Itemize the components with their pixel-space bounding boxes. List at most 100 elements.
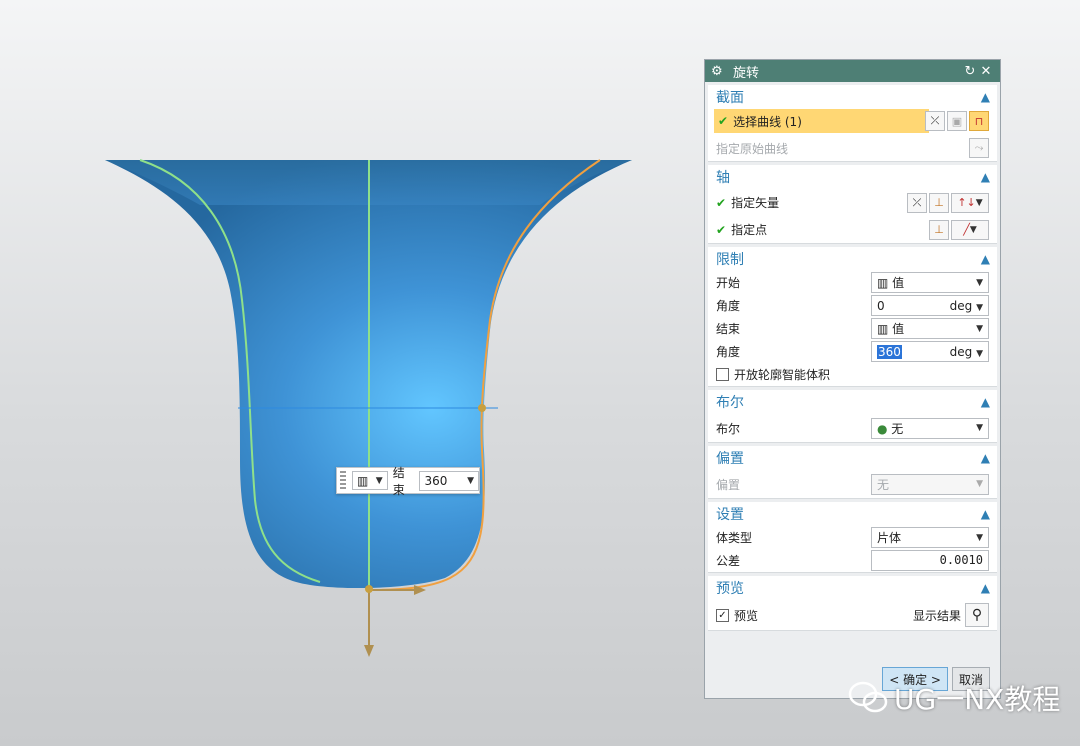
start-type-value: 值 [892, 276, 905, 290]
sketch-icon[interactable]: ▣ [947, 111, 967, 131]
chevron-down-icon: ▼ [969, 224, 977, 235]
section-axis-header[interactable]: 轴 ▲ [708, 165, 997, 189]
value-type-icon: ▥ [877, 322, 893, 336]
reverse-direction-icon[interactable]: ⤫ [907, 192, 927, 213]
tolerance-input[interactable]: 0.0010 [871, 550, 989, 571]
section-settings-header[interactable]: 设置 ▲ [708, 502, 997, 526]
section-profile-header[interactable]: 截面 ▲ [708, 85, 997, 109]
collapse-chevron-icon[interactable]: ▲ [981, 581, 990, 595]
wechat-icon [848, 681, 888, 713]
offset-value: 无 [877, 477, 890, 492]
specify-vector-label: 指定矢量 [731, 196, 780, 210]
select-curve-label: 选择曲线 (1) [733, 114, 802, 129]
dialog-title-bar[interactable]: ⚙ 旋转 ↻ ✕ [705, 60, 1000, 82]
boolean-label: 布尔 [716, 421, 741, 436]
preview-row: ✓ 预览 显示结果 ⚲ [708, 600, 997, 630]
revolve-dialog: ⚙ 旋转 ↻ ✕ 截面 ▲ ✔ 选择曲线 (1) ⤫ ▣ ⊓ 指定原始曲线 ⤳ [704, 59, 1001, 699]
section-preview-header[interactable]: 预览 ▲ [708, 576, 997, 600]
specify-vector-row[interactable]: ✔ 指定矢量 ⤫ ⊥ ↑↓ ▼ [708, 189, 997, 216]
curve-point-marker [478, 404, 486, 412]
section-profile: 截面 ▲ ✔ 选择曲线 (1) ⤫ ▣ ⊓ 指定原始曲线 ⤳ [708, 85, 997, 162]
start-type-dropdown[interactable]: ▥ 值 ▼ [871, 272, 989, 293]
chevron-down-icon: ▼ [976, 479, 983, 489]
body-type-value: 片体 [877, 531, 902, 545]
value-type-dropdown[interactable]: ▥ ▼ [351, 471, 388, 490]
body-type-row: 体类型 片体 ▼ [708, 526, 997, 549]
vector-type-dropdown[interactable]: ↑↓ ▼ [951, 192, 989, 213]
value-type-icon: ▥ [877, 276, 893, 290]
boolean-none-icon: ● [877, 421, 892, 436]
section-limits: 限制 ▲ 开始 ▥ 值 ▼ 角度 0 deg ▼ 结束 ▥ 值 ▼ 角度 360 deg… [708, 247, 997, 387]
reset-icon[interactable]: ↻ [962, 64, 978, 79]
select-curve-row[interactable]: ✔ 选择曲线 (1) [714, 109, 929, 133]
section-limits-header[interactable]: 限制 ▲ [708, 247, 997, 271]
chevron-down-icon: ▼ [976, 302, 983, 313]
chevron-down-icon: ▼ [976, 532, 983, 543]
check-icon: ✔ [716, 222, 727, 237]
curve-rule-icon[interactable]: ⤫ [925, 111, 945, 131]
vector-axis-icon: ↑↓ [957, 196, 976, 209]
end-angle-input[interactable]: 360 deg ▼ [871, 341, 989, 362]
close-icon[interactable]: ✕ [978, 64, 994, 79]
open-profile-checkbox[interactable] [716, 368, 729, 381]
drag-grip-handle[interactable] [340, 471, 346, 490]
end-type-dropdown[interactable]: ▥ 值 ▼ [871, 318, 989, 339]
collapse-chevron-icon[interactable]: ▲ [981, 252, 990, 266]
chevron-down-icon: ▼ [975, 197, 983, 208]
end-angle-mini-toolbar: ▥ ▼ 结束 360 ▼ [336, 466, 480, 497]
origin-curve-icon[interactable]: ⤳ [969, 138, 989, 158]
collapse-chevron-icon[interactable]: ▲ [981, 90, 990, 104]
section-title: 设置 [716, 507, 744, 523]
graphics-viewport[interactable]: ▥ ▼ 结束 360 ▼ [0, 0, 700, 746]
chevron-down-icon: ▼ [976, 348, 983, 359]
end-row: 结束 ▥ 值 ▼ [708, 317, 997, 340]
section-title: 布尔 [716, 395, 744, 411]
mini-end-value: 360 [424, 473, 448, 488]
boolean-value: 无 [891, 421, 904, 436]
open-profile-row[interactable]: 开放轮廓智能体积 [708, 363, 997, 386]
preview-label: 预览 [734, 608, 759, 623]
end-angle-unit: deg [949, 344, 973, 359]
start-angle-input[interactable]: 0 deg ▼ [871, 295, 989, 316]
start-row: 开始 ▥ 值 ▼ [708, 271, 997, 294]
collapse-chevron-icon[interactable]: ▲ [981, 507, 990, 521]
section-settings: 设置 ▲ 体类型 片体 ▼ 公差 0.0010 [708, 502, 997, 573]
collapse-chevron-icon[interactable]: ▲ [981, 170, 990, 184]
end-type-value: 值 [892, 322, 905, 336]
revolved-surface-model [105, 159, 632, 657]
specify-point-label: 指定点 [731, 223, 768, 237]
offset-label: 偏置 [716, 477, 741, 492]
collapse-chevron-icon[interactable]: ▲ [981, 451, 990, 465]
collapse-chevron-icon[interactable]: ▲ [981, 395, 990, 409]
start-angle-row: 角度 0 deg ▼ [708, 294, 997, 317]
watermark: UG一NX教程 [848, 678, 1060, 718]
section-sketch-icon[interactable]: ⊓ [969, 111, 989, 131]
section-title: 预览 [716, 581, 744, 597]
tolerance-label: 公差 [716, 554, 741, 568]
preview-checkbox[interactable]: ✓ [716, 608, 729, 622]
section-boolean: 布尔 ▲ 布尔 ● 无 ▼ [708, 390, 997, 443]
offset-row: 偏置 无 ▼ [708, 470, 997, 498]
tolerance-row: 公差 0.0010 [708, 549, 997, 572]
vector-dialog-icon[interactable]: ⊥ [929, 192, 949, 213]
point-dialog-icon[interactable]: ⊥ [929, 219, 949, 240]
specify-origin-curve-row[interactable]: 指定原始曲线 ⤳ [708, 135, 997, 161]
dialog-title: 旋转 [733, 65, 760, 81]
point-type-dropdown[interactable]: ╱ ▼ [951, 219, 989, 240]
open-profile-label: 开放轮廓智能体积 [734, 368, 831, 382]
section-title: 截面 [716, 90, 744, 106]
section-offset-header[interactable]: 偏置 ▲ [708, 446, 997, 470]
check-icon: ✔ [718, 114, 729, 128]
search-icon[interactable]: ⚲ [965, 603, 989, 627]
body-type-dropdown[interactable]: 片体 ▼ [871, 527, 989, 548]
start-angle-unit: deg [949, 298, 973, 313]
section-axis: 轴 ▲ ✔ 指定矢量 ⤫ ⊥ ↑↓ ▼ ✔ 指定点 ⊥ ╱ ▼ [708, 165, 997, 244]
section-offset: 偏置 ▲ 偏置 无 ▼ [708, 446, 997, 499]
section-boolean-header[interactable]: 布尔 ▲ [708, 390, 997, 414]
section-title: 偏置 [716, 451, 744, 467]
section-title: 限制 [716, 252, 744, 268]
mini-end-value-input[interactable]: 360 ▼ [419, 470, 479, 491]
boolean-dropdown[interactable]: ● 无 ▼ [871, 417, 989, 439]
specify-point-row[interactable]: ✔ 指定点 ⊥ ╱ ▼ [708, 216, 997, 243]
point-line-icon: ╱ [963, 223, 970, 236]
